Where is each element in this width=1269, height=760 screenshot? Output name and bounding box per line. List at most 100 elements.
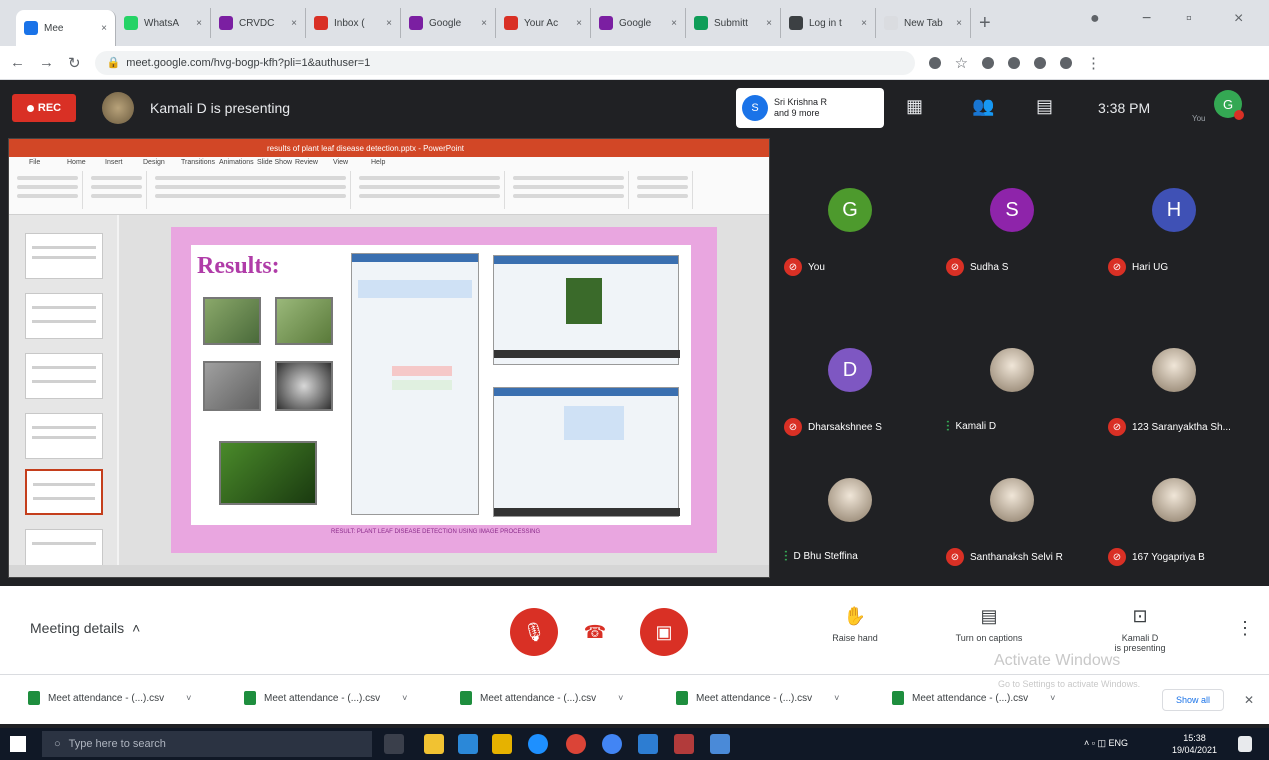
chevron-down-icon[interactable]: ˅ [618, 693, 623, 703]
app-icon[interactable] [710, 734, 730, 754]
tab-close-icon[interactable]: × [861, 18, 867, 29]
leave-call-button[interactable]: ☎ [575, 612, 615, 652]
ribbon-tab[interactable]: Animations [219, 159, 254, 166]
tab-close-icon[interactable]: × [956, 18, 962, 29]
app-icon[interactable] [602, 734, 622, 754]
notifications-icon[interactable] [1238, 736, 1252, 752]
maximize-icon[interactable]: ▫ [1186, 10, 1192, 28]
ribbon-tab[interactable]: Slide Show [257, 159, 292, 166]
captions-button[interactable]: ▤ Turn on captions [944, 606, 1034, 643]
forward-icon[interactable]: → [39, 54, 54, 71]
windows-start-icon[interactable] [10, 736, 26, 752]
download-item[interactable]: Meet attendance - (...).csv ˅ [28, 691, 191, 705]
chrome-icon[interactable] [566, 734, 586, 754]
browser-tab[interactable]: New Tab × [876, 8, 971, 38]
bookmark-star-icon[interactable]: ☆ [955, 54, 968, 72]
browser-tab[interactable]: Submitt × [686, 8, 781, 38]
tab-close-icon[interactable]: × [671, 18, 677, 29]
extension-icon[interactable] [1008, 56, 1021, 69]
participant-tile[interactable]: ⊘ Santhanaksh Selvi R [940, 440, 1102, 570]
people-icon[interactable]: 👥 [972, 96, 994, 117]
close-window-icon[interactable]: × [1234, 10, 1243, 28]
more-options-icon[interactable]: ⋮ [1236, 618, 1254, 639]
browser-tab[interactable]: CRVDC × [211, 8, 306, 38]
chevron-down-icon[interactable]: ˅ [834, 693, 839, 703]
windows-taskbar: ○ Type here to search ˄ ▫ ◫ ENG 15:38 19… [0, 728, 1269, 760]
tab-close-icon[interactable]: × [766, 18, 772, 29]
app-icon[interactable] [674, 734, 694, 754]
layout-icon[interactable]: ▦ [906, 96, 923, 117]
participant-tile[interactable]: ⊘ 123 Saranyaktha Sh... [1102, 310, 1264, 440]
browser-tab[interactable]: Google × [401, 8, 496, 38]
chat-icon[interactable]: ▤ [1036, 96, 1053, 117]
download-item[interactable]: Meet attendance - (...).csv ˅ [892, 691, 1055, 705]
download-item[interactable]: Meet attendance - (...).csv ˅ [676, 691, 839, 705]
participants-summary[interactable]: S Sri Krishna R and 9 more [736, 88, 884, 128]
system-tray[interactable]: ˄ ▫ ◫ ENG [1084, 738, 1128, 749]
participant-tile[interactable]: H ⊘ Hari UG [1102, 150, 1264, 280]
download-item[interactable]: Meet attendance - (...).csv ˅ [244, 691, 407, 705]
browser-tab[interactable]: Inbox (× [306, 8, 401, 38]
chrome-menu-icon[interactable]: ⋮ [1086, 54, 1101, 72]
participant-tile[interactable]: ⊘ 167 Yogapriya B [1102, 440, 1264, 570]
slide-thumbnail[interactable] [25, 413, 103, 459]
ribbon-tab[interactable]: Review [295, 159, 318, 166]
browser-tab[interactable]: Your Ac × [496, 8, 591, 38]
participant-tile[interactable]: ⫶ D Bhu Steffina [778, 440, 940, 570]
ribbon-tab[interactable]: Design [143, 159, 165, 166]
store-icon[interactable] [458, 734, 478, 754]
profile-icon[interactable]: ● [1090, 10, 1100, 28]
url-input[interactable]: 🔒 meet.google.com/hvg-bogp-kfh?pli=1&aut… [94, 50, 915, 75]
presenting-button[interactable]: ⊡ Kamali D is presenting [1104, 606, 1176, 653]
edge-icon[interactable] [528, 734, 548, 754]
mic-off-button[interactable]: 🎙 [510, 608, 558, 656]
slide-thumbnail[interactable] [25, 233, 103, 279]
download-item[interactable]: Meet attendance - (...).csv ˅ [460, 691, 623, 705]
participant-tile[interactable]: S ⊘ Sudha S [940, 150, 1102, 280]
tab-close-icon[interactable]: × [481, 18, 487, 29]
tab-close-icon[interactable]: × [101, 23, 107, 34]
browser-tab[interactable]: Google × [591, 8, 686, 38]
tab-close-icon[interactable]: × [576, 18, 582, 29]
app-icon[interactable] [638, 734, 658, 754]
browser-tab[interactable]: Log in t × [781, 8, 876, 38]
show-all-downloads-button[interactable]: Show all [1162, 689, 1224, 711]
reload-icon[interactable]: ↻ [68, 54, 81, 72]
extension-icon[interactable] [1034, 56, 1047, 69]
camera-off-button[interactable]: ▣ [640, 608, 688, 656]
participant-tile[interactable]: G ⊘ You [778, 150, 940, 280]
tab-close-icon[interactable]: × [196, 18, 202, 29]
ribbon-tab[interactable]: Help [371, 159, 385, 166]
close-downloads-icon[interactable]: ✕ [1244, 693, 1254, 707]
taskbar-clock[interactable]: 15:38 19/04/2021 [1172, 732, 1217, 756]
chevron-down-icon[interactable]: ˅ [1050, 693, 1055, 703]
extension-icon[interactable] [982, 56, 995, 69]
taskbar-search[interactable]: ○ Type here to search [42, 731, 372, 757]
slide-thumbnail[interactable] [25, 293, 103, 339]
extension-icon[interactable] [1060, 56, 1073, 69]
slide-thumbnail[interactable] [25, 353, 103, 399]
chevron-down-icon[interactable]: ˅ [402, 693, 407, 703]
participant-tile[interactable]: ⫶ Kamali D [940, 310, 1102, 440]
participant-tile[interactable]: D ⊘ Dharsakshnee S [778, 310, 940, 440]
back-icon[interactable]: ← [10, 54, 25, 71]
slide-thumbnail-selected[interactable] [25, 469, 103, 515]
tab-close-icon[interactable]: × [291, 18, 297, 29]
new-tab-button[interactable]: + [979, 12, 991, 35]
file-explorer-icon[interactable] [424, 734, 444, 754]
minimize-icon[interactable]: − [1142, 10, 1151, 28]
ribbon-tab[interactable]: Insert [105, 159, 123, 166]
ribbon-tab[interactable]: View [333, 159, 348, 166]
browser-tab[interactable]: Mee × [16, 10, 116, 46]
folder-icon[interactable] [492, 734, 512, 754]
browser-tab[interactable]: WhatsA × [116, 8, 211, 38]
ribbon-tab[interactable]: Home [67, 159, 86, 166]
ribbon-tab[interactable]: File [29, 159, 40, 166]
task-view-icon[interactable] [384, 734, 404, 754]
meeting-details-button[interactable]: Meeting details ˄ [30, 620, 140, 636]
tab-close-icon[interactable]: × [386, 18, 392, 29]
raise-hand-button[interactable]: ✋ Raise hand [820, 606, 890, 643]
extension-icon[interactable] [928, 56, 941, 69]
ribbon-tab[interactable]: Transitions [181, 159, 215, 166]
chevron-down-icon[interactable]: ˅ [186, 693, 191, 703]
